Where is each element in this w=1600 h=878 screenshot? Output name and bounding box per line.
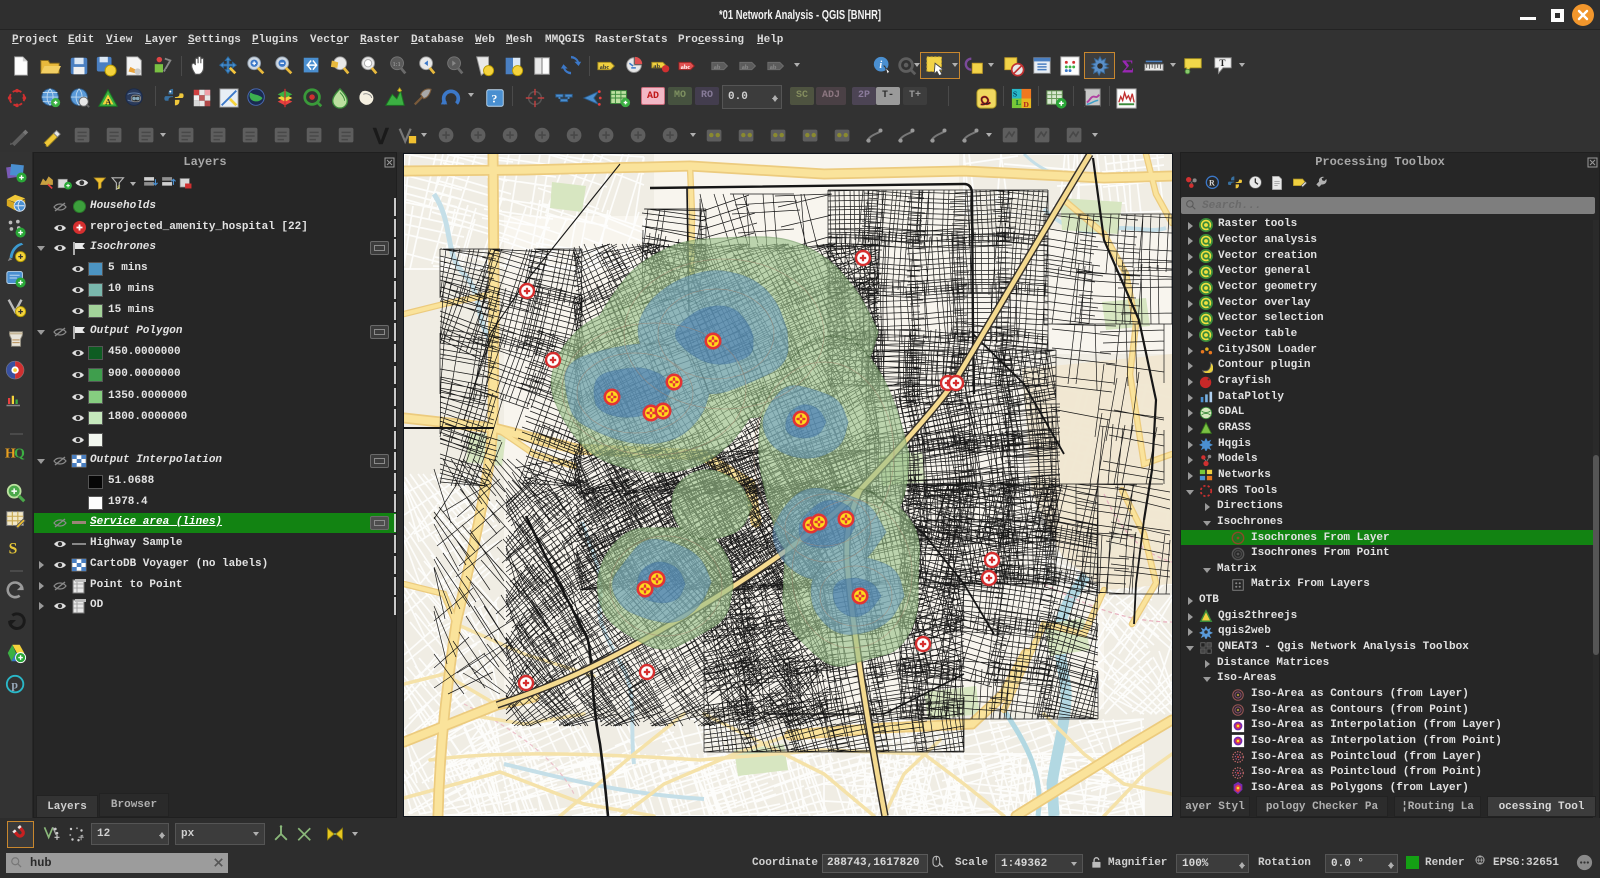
svg-text:ab: ab — [653, 63, 660, 70]
svg-text:L: L — [1016, 98, 1021, 107]
svg-text:A: A — [105, 97, 111, 106]
svg-text:ab: ab — [770, 64, 777, 71]
svg-text:?: ? — [491, 92, 497, 106]
svg-text:D: D — [1023, 100, 1029, 109]
svg-text:Σ: Σ — [1122, 56, 1134, 76]
svg-text:i: i — [879, 60, 882, 71]
svg-text:Q: Q — [14, 446, 25, 461]
svg-text:ab: ab — [742, 64, 749, 71]
svg-text:1:1: 1:1 — [393, 61, 401, 68]
svg-text:a: a — [165, 65, 170, 75]
svg-text:abc: abc — [681, 64, 691, 71]
svg-text:T: T — [1219, 58, 1225, 68]
svg-text:abc: abc — [600, 64, 610, 71]
svg-text:R: R — [1209, 179, 1215, 188]
svg-text:S: S — [1013, 90, 1017, 99]
svg-text:ε: ε — [117, 182, 121, 191]
svg-text:p: p — [11, 678, 18, 692]
svg-text:S: S — [9, 541, 18, 558]
svg-text:ab: ab — [714, 64, 721, 71]
